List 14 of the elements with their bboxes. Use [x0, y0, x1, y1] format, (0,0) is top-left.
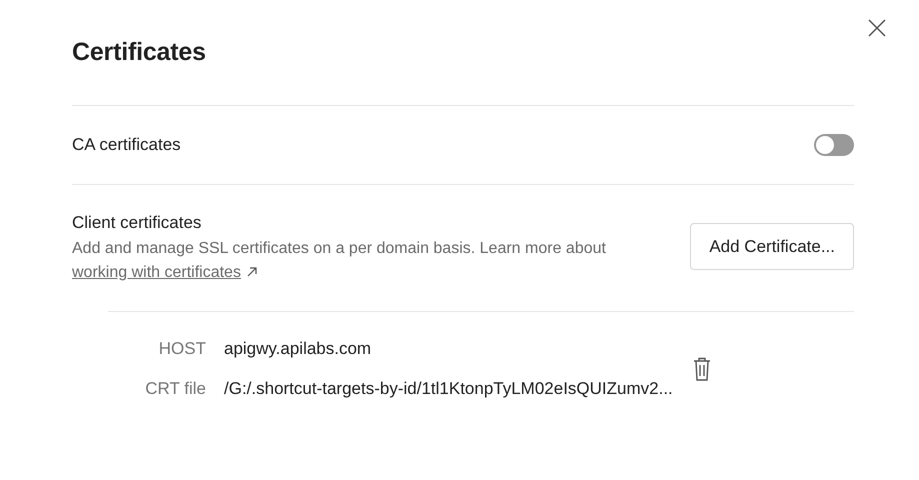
client-certificates-label: Client certificates [72, 213, 202, 233]
field-label: CRT file [144, 378, 206, 400]
field-value: /G:/.shortcut-targets-by-id/1tl1KtonpTyLM02eIsQUIZumv2... [224, 378, 673, 400]
field-value: apigwy.apilabs.com [224, 338, 372, 360]
trash-icon[interactable] [692, 357, 711, 381]
ca-certificates-label: CA certificates [72, 135, 181, 155]
certificates-link[interactable]: working with certificates [72, 264, 257, 281]
external-link-icon [246, 267, 257, 277]
add-certificate-button[interactable]: Add Certificate... [690, 223, 854, 270]
ca-certificates-toggle[interactable] [814, 134, 854, 156]
dialog-title: Certificates [72, 37, 207, 68]
client-certificates-description: Add and manage SSL certificates on a per domain basis. Learn more about working with certificates [72, 239, 607, 283]
field-label: HOST [158, 338, 206, 360]
close-icon[interactable] [868, 19, 886, 37]
